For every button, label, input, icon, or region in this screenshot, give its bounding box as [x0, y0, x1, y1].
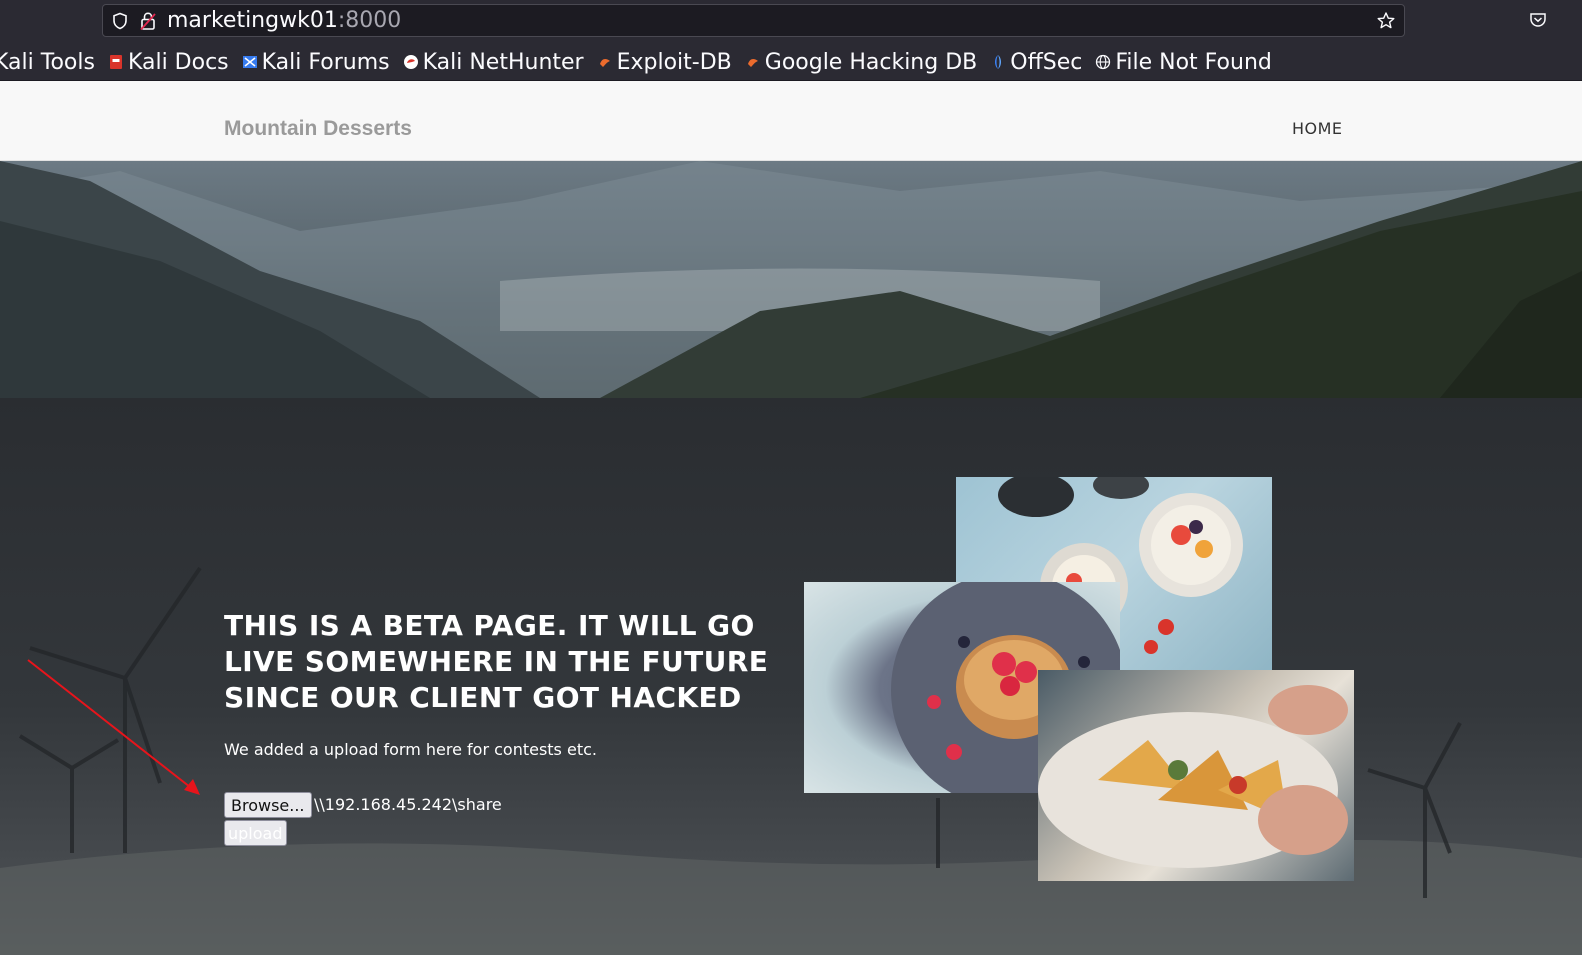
- exploit-db-icon: [599, 59, 610, 67]
- bookmark-label: Kali NetHunter: [422, 49, 584, 75]
- kali-nethunter-icon: [403, 55, 418, 69]
- upload-button[interactable]: upload: [224, 820, 287, 846]
- bookmark-label: Kali Forums: [261, 49, 390, 75]
- kali-forums-icon: [242, 56, 257, 68]
- bookmark-google-hacking-db[interactable]: Google Hacking DB: [745, 50, 977, 75]
- bookmark-label: Google Hacking DB: [764, 49, 978, 75]
- bookmark-exploit-db[interactable]: Exploit-DB: [597, 50, 732, 75]
- url-text[interactable]: marketingwk01:8000: [167, 8, 401, 33]
- bookmark-kali-docs[interactable]: Kali Docs: [108, 50, 229, 75]
- lock-insecure-icon[interactable]: [139, 11, 157, 31]
- selected-file-path: \\192.168.45.242\share: [314, 795, 502, 814]
- upload-description: We added a upload form here for contests…: [224, 740, 597, 759]
- browse-button[interactable]: Browse...: [224, 792, 312, 818]
- bookmark-label: Kali Tools: [0, 49, 95, 75]
- nav-home-link[interactable]: HOME: [1292, 119, 1343, 138]
- bookmark-label: OffSec: [1010, 49, 1083, 75]
- bookmark-kali-tools[interactable]: Kali Tools: [0, 50, 95, 75]
- bookmark-kali-forums[interactable]: Kali Forums: [242, 50, 390, 75]
- address-bar[interactable]: marketingwk01:8000: [102, 4, 1405, 37]
- nachos-photo: [1038, 670, 1354, 881]
- globe-icon: [1096, 54, 1111, 70]
- beta-section: THIS IS A BETA PAGE. IT WILL GO LIVE SOM…: [0, 398, 1582, 955]
- site-navbar: Mountain Desserts HOME: [0, 81, 1582, 161]
- url-port: :8000: [337, 8, 402, 33]
- ghdb-icon: [747, 59, 758, 67]
- bookmark-star-icon[interactable]: [1376, 11, 1396, 31]
- hero-mountain-banner: [0, 161, 1582, 398]
- bookmark-file-not-found[interactable]: File Not Found: [1095, 50, 1272, 75]
- offsec-icon: [995, 55, 1002, 69]
- bookmark-label: Exploit-DB: [616, 49, 732, 75]
- bookmark-label: File Not Found: [1115, 49, 1272, 75]
- bookmark-offsec[interactable]: OffSec: [990, 50, 1082, 75]
- url-host: marketingwk01: [167, 8, 338, 33]
- shield-icon[interactable]: [111, 12, 129, 30]
- beta-headline: THIS IS A BETA PAGE. IT WILL GO LIVE SOM…: [224, 609, 769, 714]
- kali-docs-icon: [109, 55, 122, 69]
- site-brand[interactable]: Mountain Desserts: [224, 117, 412, 141]
- browser-chrome: marketingwk01:8000 Kali Tools Kali Docs …: [0, 0, 1582, 81]
- bookmarks-toolbar: Kali Tools Kali Docs Kali Forums Kali Ne…: [0, 45, 1285, 79]
- mountain-landscape-image: [0, 161, 1582, 398]
- pocket-icon[interactable]: [1528, 10, 1548, 30]
- bookmark-kali-nethunter[interactable]: Kali NetHunter: [403, 50, 584, 75]
- bookmark-label: Kali Docs: [127, 49, 229, 75]
